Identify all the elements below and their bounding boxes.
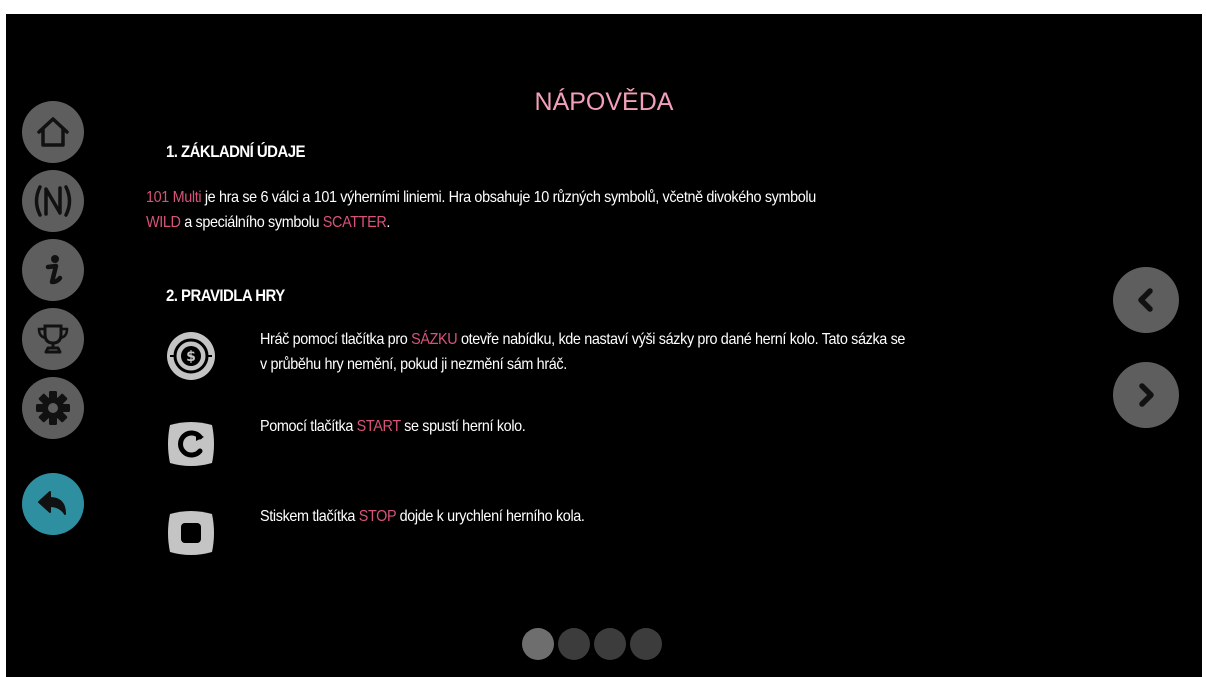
trophy-icon: [37, 324, 69, 354]
paylines-icon: [34, 185, 72, 217]
gear-icon: [36, 391, 70, 425]
game-name: 101 Multi: [146, 189, 202, 206]
section-heading-rules: 2. PRAVIDLA HRY: [166, 286, 285, 305]
chevron-left-icon: [1138, 288, 1153, 312]
stop-keyword: STOP: [358, 508, 397, 525]
paylines-button[interactable]: [22, 170, 84, 232]
rule-bet-text: Hráč pomocí tlačítka pro: [260, 331, 412, 348]
svg-text:$: $: [186, 349, 196, 365]
rule-bet-text-2: otevře nabídku, kde nastaví výši sázky p…: [457, 331, 906, 348]
basic-info-text-3: .: [386, 214, 391, 231]
scatter-keyword: SCATTER: [322, 214, 387, 231]
bet-keyword: SÁZKU: [411, 331, 458, 348]
back-arrow-icon: [38, 491, 66, 515]
basic-info-text-2: a speciálního symbolu: [180, 214, 323, 231]
pagination: [522, 628, 662, 660]
home-icon: [37, 117, 69, 147]
rule-start-line: Pomocí tlačítka START se spustí herní ko…: [260, 414, 526, 439]
page-title: NÁPOVĚDA: [534, 88, 674, 116]
rule-stop-text-2: dojde k urychlení herního kola.: [395, 508, 585, 525]
section-heading-basic-info: 1. ZÁKLADNÍ ÚDAJE: [166, 142, 306, 161]
back-button[interactable]: [22, 473, 84, 535]
basic-info-text: je hra se 6 válci a 101 výherními liniem…: [201, 189, 816, 206]
section-basic-info-line-2: WILD a speciálního symbolu SCATTER.: [146, 210, 390, 235]
settings-button[interactable]: [22, 377, 84, 439]
rule-bet-line-1: Hráč pomocí tlačítka pro SÁZKU otevře na…: [260, 327, 905, 352]
pagination-dot[interactable]: [630, 628, 662, 660]
stop-icon: [168, 511, 214, 555]
rule-start-text: Pomocí tlačítka: [260, 418, 357, 435]
info-button[interactable]: [22, 239, 84, 301]
rule-bet-line-2: v průběhu hry nemění, pokud ji nezmění s…: [260, 356, 567, 373]
help-screen: NÁPOVĚDA 1. ZÁKLADNÍ ÚDAJE 101 Multi je …: [6, 14, 1202, 677]
trophy-button[interactable]: [22, 308, 84, 370]
start-keyword: START: [356, 418, 401, 435]
rule-start-text-2: se spustí herní kolo.: [400, 418, 526, 435]
previous-page-button[interactable]: [1113, 267, 1179, 333]
bet-coin-icon: $: [167, 332, 215, 380]
wild-keyword: WILD: [146, 214, 181, 231]
section-basic-info-line-1: 101 Multi je hra se 6 válci a 101 výhern…: [146, 185, 816, 210]
rule-stop-line: Stiskem tlačítka STOP dojde k urychlení …: [260, 504, 585, 529]
start-icon: [168, 422, 214, 466]
chevron-right-icon: [1139, 383, 1154, 407]
pagination-dot[interactable]: [522, 628, 554, 660]
rule-stop-text: Stiskem tlačítka: [260, 508, 359, 525]
next-page-button[interactable]: [1113, 362, 1179, 428]
pagination-dot[interactable]: [558, 628, 590, 660]
pagination-dot[interactable]: [594, 628, 626, 660]
info-icon: [45, 255, 63, 285]
